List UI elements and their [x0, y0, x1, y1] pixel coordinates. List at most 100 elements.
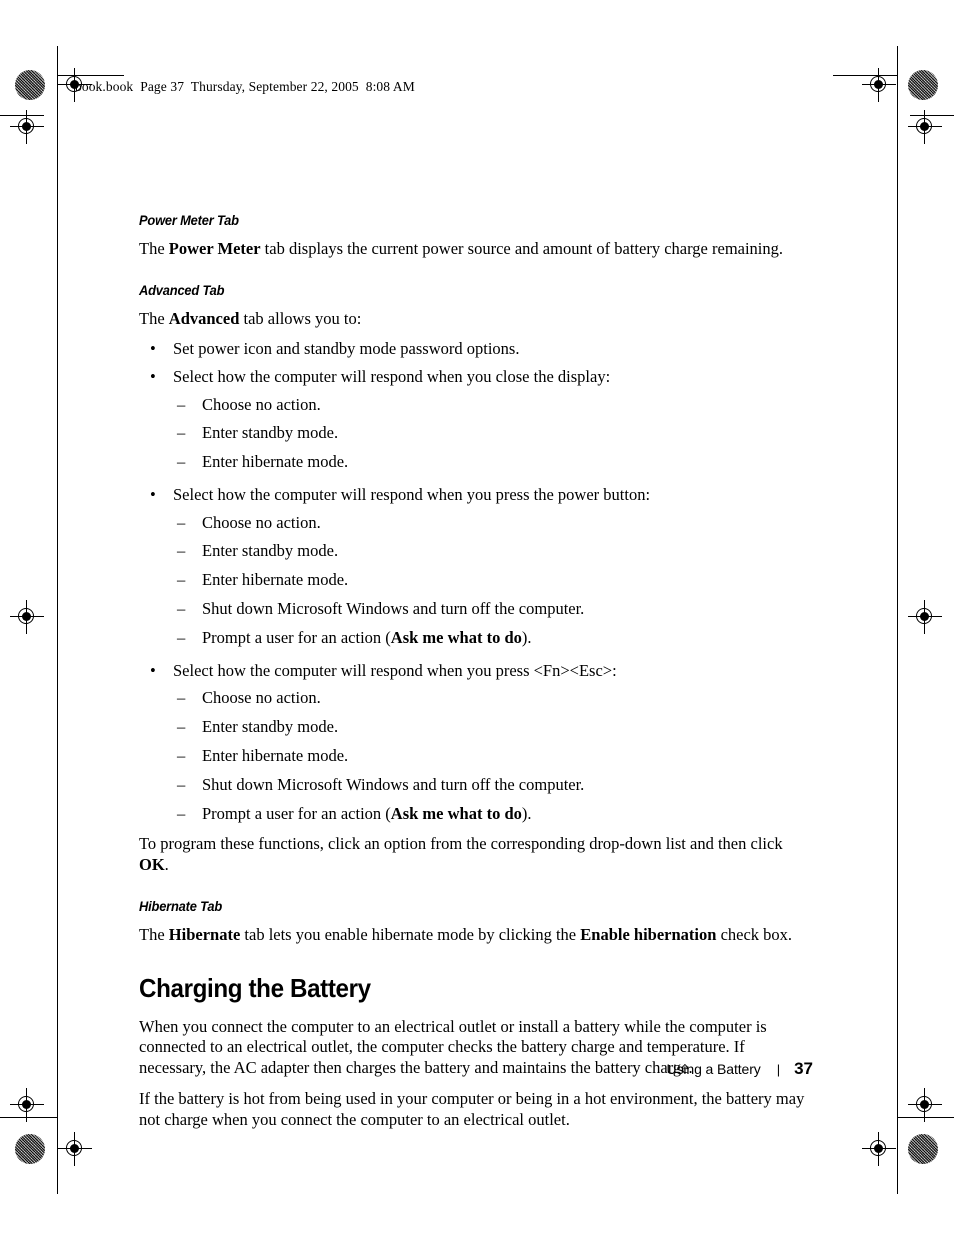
halftone-swatch-top-left [15, 70, 45, 100]
dash-marker-icon: – [177, 717, 186, 737]
list-item-label: Set power icon and standby mode password… [173, 338, 520, 358]
footer-separator: | [776, 1062, 781, 1077]
list-item: – Choose no action. [173, 688, 815, 708]
bullet-marker-icon: • [150, 660, 156, 680]
text-fragment: . [164, 854, 169, 874]
dash-marker-icon: – [177, 512, 186, 532]
registration-mark-lower-right-outer [908, 1088, 942, 1122]
registration-mark-lower-left-outer [10, 1088, 44, 1122]
list-item-label: Enter hibernate mode. [202, 746, 349, 766]
registration-mark-bottom-right [862, 1132, 896, 1166]
heading-power-meter-tab: Power Meter Tab [139, 212, 239, 228]
page-number: 37 [794, 1059, 813, 1078]
dash-marker-icon: – [177, 803, 186, 823]
text-fragment: To program these functions, click an opt… [139, 834, 783, 854]
dash-marker-icon: – [177, 541, 186, 561]
paragraph-program-functions: To program these functions, click an opt… [139, 834, 815, 875]
paragraph-charging-2: If the battery is hot from being used in… [139, 1089, 805, 1129]
bullet-marker-icon: • [150, 484, 156, 504]
list-item: – Enter hibernate mode. [173, 570, 815, 590]
bold-power-meter: Power Meter [168, 239, 261, 258]
list-item-label: Choose no action. [202, 688, 321, 708]
bold-enable-hibernation: Enable hibernation [580, 925, 717, 945]
bold-ok: OK [139, 854, 165, 874]
text-fragment: The [139, 925, 169, 945]
list-item: – Enter hibernate mode. [173, 452, 815, 472]
dash-marker-icon: – [177, 394, 186, 414]
registration-mark-top-right [862, 68, 896, 102]
halftone-swatch-top-right [908, 70, 938, 100]
text-fragment: Prompt a user for an action ( [202, 803, 391, 823]
heading-hibernate-tab: Hibernate Tab [139, 898, 223, 915]
trim-line-right [897, 46, 898, 1194]
text-fragment: The [139, 239, 169, 258]
paragraph-hibernate: The Hibernate tab lets you enable hibern… [139, 925, 815, 945]
text-fragment: ). [521, 627, 532, 647]
bullet-marker-icon: • [150, 366, 156, 386]
list-item: • Select how the computer will respond w… [139, 661, 815, 824]
list-item: – Enter hibernate mode. [173, 746, 815, 766]
list-item-label: Enter standby mode. [202, 423, 339, 443]
registration-mark-middle-left [10, 600, 44, 634]
text-fragment: The [139, 309, 169, 329]
list-item: – Enter standby mode. [173, 423, 815, 443]
bold-hibernate: Hibernate [168, 925, 241, 945]
list-item-label: Choose no action. [202, 394, 321, 414]
sub-list-close-display: – Choose no action. – Enter standby mode… [173, 395, 815, 472]
text-fragment: tab lets you enable hibernate mode by cl… [240, 925, 581, 945]
list-item-label: Enter standby mode. [202, 717, 339, 737]
footer-section-label: Using a Battery [666, 1061, 761, 1077]
halftone-swatch-bottom-right [908, 1134, 938, 1164]
dash-marker-icon: – [177, 599, 186, 619]
list-item: – Prompt a user for an action (Ask me wh… [173, 804, 815, 824]
list-item-label: Enter hibernate mode. [202, 452, 349, 472]
list-item-label: Choose no action. [202, 512, 321, 532]
running-footer: Using a Battery | 37 [666, 1059, 813, 1079]
advanced-options-list: • Set power icon and standby mode passwo… [139, 339, 815, 824]
registration-mark-upper-right-outer [908, 110, 942, 144]
list-item: • Select how the computer will respond w… [139, 485, 815, 648]
dash-marker-icon: – [177, 688, 186, 708]
list-item: – Shut down Microsoft Windows and turn o… [173, 599, 815, 619]
document-page: book.book Page 37 Thursday, September 22… [0, 0, 954, 1235]
sub-list-fn-esc: – Choose no action. – Enter standby mode… [173, 688, 815, 823]
paragraph-advanced-intro: The Advanced tab allows you to: [139, 309, 815, 329]
dash-marker-icon: – [177, 423, 186, 443]
text-fragment: tab allows you to: [239, 309, 362, 329]
list-item: – Shut down Microsoft Windows and turn o… [173, 775, 815, 795]
text-fragment: Prompt a user for an action ( [202, 627, 391, 647]
registration-mark-middle-right [908, 600, 942, 634]
dash-marker-icon: – [177, 452, 186, 472]
list-item-label: Select how the computer will respond whe… [173, 484, 651, 504]
list-item-label: Shut down Microsoft Windows and turn off… [202, 599, 585, 619]
text-fragment: check box. [716, 925, 793, 945]
list-item: • Select how the computer will respond w… [139, 367, 815, 472]
list-item-label: Enter hibernate mode. [202, 570, 349, 590]
bold-ask-me-what-to-do: Ask me what to do [390, 803, 522, 823]
list-item: • Set power icon and standby mode passwo… [139, 339, 815, 359]
text-fragment: ). [521, 803, 532, 823]
sub-list-power-button: – Choose no action. – Enter standby mode… [173, 513, 815, 648]
bullet-marker-icon: • [150, 338, 156, 358]
page-content: Power Meter Tab The Power Meter tab disp… [139, 212, 815, 1141]
bold-ask-me-what-to-do: Ask me what to do [390, 627, 522, 647]
running-header: book.book Page 37 Thursday, September 22… [75, 79, 415, 94]
list-item-label: Select how the computer will respond whe… [173, 366, 611, 386]
dash-marker-icon: – [177, 746, 186, 766]
dash-marker-icon: – [177, 627, 186, 647]
list-item: – Prompt a user for an action (Ask me wh… [173, 628, 815, 648]
list-item: – Enter standby mode. [173, 717, 815, 737]
list-item: – Choose no action. [173, 395, 815, 415]
trim-line-left [57, 46, 58, 1194]
list-item-label: Enter standby mode. [202, 541, 339, 561]
bold-advanced: Advanced [168, 309, 240, 329]
halftone-swatch-bottom-left [15, 1134, 45, 1164]
heading-charging-the-battery: Charging the Battery [139, 972, 371, 1003]
text-fragment: tab displays the current power source an… [260, 239, 784, 258]
dash-marker-icon: – [177, 774, 186, 794]
paragraph-power-meter: The Power Meter tab displays the current… [139, 239, 815, 259]
registration-mark-upper-left-outer [10, 110, 44, 144]
dash-marker-icon: – [177, 570, 186, 590]
list-item: – Choose no action. [173, 513, 815, 533]
registration-mark-bottom-left [58, 1132, 92, 1166]
